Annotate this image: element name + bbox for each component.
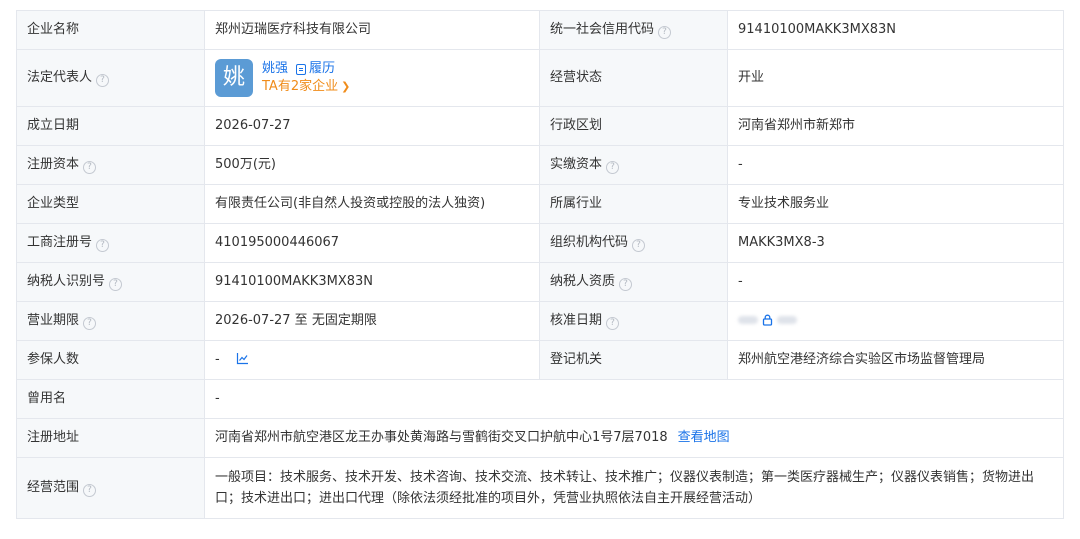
question-circle-icon[interactable]: ? — [606, 161, 620, 174]
question-circle-icon[interactable]: ? — [606, 317, 620, 330]
value-company-name: 郑州迈瑞医疗科技有限公司 — [204, 10, 540, 50]
question-circle-icon[interactable]: ? — [658, 26, 672, 39]
value-taxpayer-id: 91410100MAKK3MX83N — [204, 262, 540, 302]
company-info-panel: 企业名称 郑州迈瑞医疗科技有限公司 统一社会信用代码? 91410100MAKK… — [16, 10, 1064, 519]
label-admin-division: 行政区划 — [539, 106, 728, 146]
label-approval-date: 核准日期? — [539, 301, 728, 341]
question-circle-icon[interactable]: ? — [83, 317, 97, 330]
legal-rep-card: 姚 姚强 履历 TA有2家企业 ❯ — [215, 59, 529, 97]
label-org-code: 组织机构代码? — [539, 223, 728, 263]
line-chart-icon[interactable] — [236, 352, 249, 365]
value-business-status: 开业 — [727, 49, 1064, 107]
table-row: 营业期限? 2026-07-27 至 无固定期限 核准日期? — [16, 301, 1064, 341]
value-registered-address: 河南省郑州市航空港区龙王办事处黄海路与雪鹤街交叉口护航中心1号7层7018 查看地… — [204, 418, 1064, 458]
value-taxpayer-qualification: - — [727, 262, 1064, 302]
label-paid-capital: 实缴资本? — [539, 145, 728, 185]
table-row: 企业类型 有限责任公司(非自然人投资或控股的法人独资) 所属行业 专业技术服务业 — [16, 184, 1064, 224]
question-circle-icon[interactable]: ? — [109, 278, 123, 291]
table-row: 曾用名 - — [16, 379, 1064, 419]
label-business-scope: 经营范围? — [16, 457, 205, 519]
value-admin-division: 河南省郑州市新郑市 — [727, 106, 1064, 146]
label-company-name: 企业名称 — [16, 10, 205, 50]
label-registration-authority: 登记机关 — [539, 340, 728, 380]
chevron-right-icon: ❯ — [341, 80, 351, 93]
table-row: 经营范围? 一般项目：技术服务、技术开发、技术咨询、技术交流、技术转让、技术推广… — [16, 457, 1064, 519]
value-credit-code: 91410100MAKK3MX83N — [727, 10, 1064, 50]
label-established-date: 成立日期 — [16, 106, 205, 146]
legal-rep-name-link[interactable]: 姚强 — [262, 60, 288, 78]
value-approval-date — [727, 301, 1064, 341]
label-industry: 所属行业 — [539, 184, 728, 224]
value-paid-capital: - — [727, 145, 1064, 185]
table-row: 企业名称 郑州迈瑞医疗科技有限公司 统一社会信用代码? 91410100MAKK… — [16, 10, 1064, 50]
table-row: 工商注册号? 410195000446067 组织机构代码? MAKK3MX8-… — [16, 223, 1064, 263]
question-circle-icon[interactable]: ? — [619, 278, 633, 291]
value-business-scope: 一般项目：技术服务、技术开发、技术咨询、技术交流、技术转让、技术推广；仪器仪表制… — [204, 457, 1064, 519]
label-insured-count: 参保人数 — [16, 340, 205, 380]
label-credit-code: 统一社会信用代码? — [539, 10, 728, 50]
view-map-link[interactable]: 查看地图 — [678, 430, 730, 445]
label-legal-rep: 法定代表人? — [16, 49, 205, 107]
table-row: 纳税人识别号? 91410100MAKK3MX83N 纳税人资质? - — [16, 262, 1064, 302]
question-circle-icon[interactable]: ? — [83, 484, 97, 497]
label-former-name: 曾用名 — [16, 379, 205, 419]
value-legal-rep: 姚 姚强 履历 TA有2家企业 ❯ — [204, 49, 540, 107]
label-business-term: 营业期限? — [16, 301, 205, 341]
value-industry: 专业技术服务业 — [727, 184, 1064, 224]
document-icon — [296, 63, 307, 75]
avatar[interactable]: 姚 — [215, 59, 253, 97]
company-info-table: 企业名称 郑州迈瑞医疗科技有限公司 统一社会信用代码? 91410100MAKK… — [16, 10, 1064, 519]
table-row: 成立日期 2026-07-27 行政区划 河南省郑州市新郑市 — [16, 106, 1064, 146]
value-registration-number: 410195000446067 — [204, 223, 540, 263]
value-insured-count: - — [204, 340, 540, 380]
locked-value[interactable] — [738, 314, 797, 326]
label-taxpayer-qualification: 纳税人资质? — [539, 262, 728, 302]
label-company-type: 企业类型 — [16, 184, 205, 224]
value-company-type: 有限责任公司(非自然人投资或控股的法人独资) — [204, 184, 540, 224]
value-business-term: 2026-07-27 至 无固定期限 — [204, 301, 540, 341]
rep-companies-link[interactable]: TA有2家企业 ❯ — [262, 78, 350, 96]
resume-link[interactable]: 履历 — [296, 60, 335, 78]
question-circle-icon[interactable]: ? — [83, 161, 97, 174]
lock-icon — [762, 314, 773, 326]
value-established-date: 2026-07-27 — [204, 106, 540, 146]
label-business-status: 经营状态 — [539, 49, 728, 107]
label-registration-number: 工商注册号? — [16, 223, 205, 263]
value-registration-authority: 郑州航空港经济综合实验区市场监督管理局 — [727, 340, 1064, 380]
label-taxpayer-id: 纳税人识别号? — [16, 262, 205, 302]
question-circle-icon[interactable]: ? — [96, 74, 110, 87]
value-org-code: MAKK3MX8-3 — [727, 223, 1064, 263]
label-registered-address: 注册地址 — [16, 418, 205, 458]
table-row: 注册地址 河南省郑州市航空港区龙王办事处黄海路与雪鹤街交叉口护航中心1号7层70… — [16, 418, 1064, 458]
question-circle-icon[interactable]: ? — [632, 239, 646, 252]
label-registered-capital: 注册资本? — [16, 145, 205, 185]
table-row: 参保人数 - 登记机关 郑州航空港经济综合实验区市场监督管理局 — [16, 340, 1064, 380]
value-registered-capital: 500万(元) — [204, 145, 540, 185]
value-former-name: - — [204, 379, 1064, 419]
table-row: 法定代表人? 姚 姚强 履历 TA有2家企业 ❯ 经营状态 开业 — [16, 49, 1064, 107]
question-circle-icon[interactable]: ? — [96, 239, 110, 252]
table-row: 注册资本? 500万(元) 实缴资本? - — [16, 145, 1064, 185]
